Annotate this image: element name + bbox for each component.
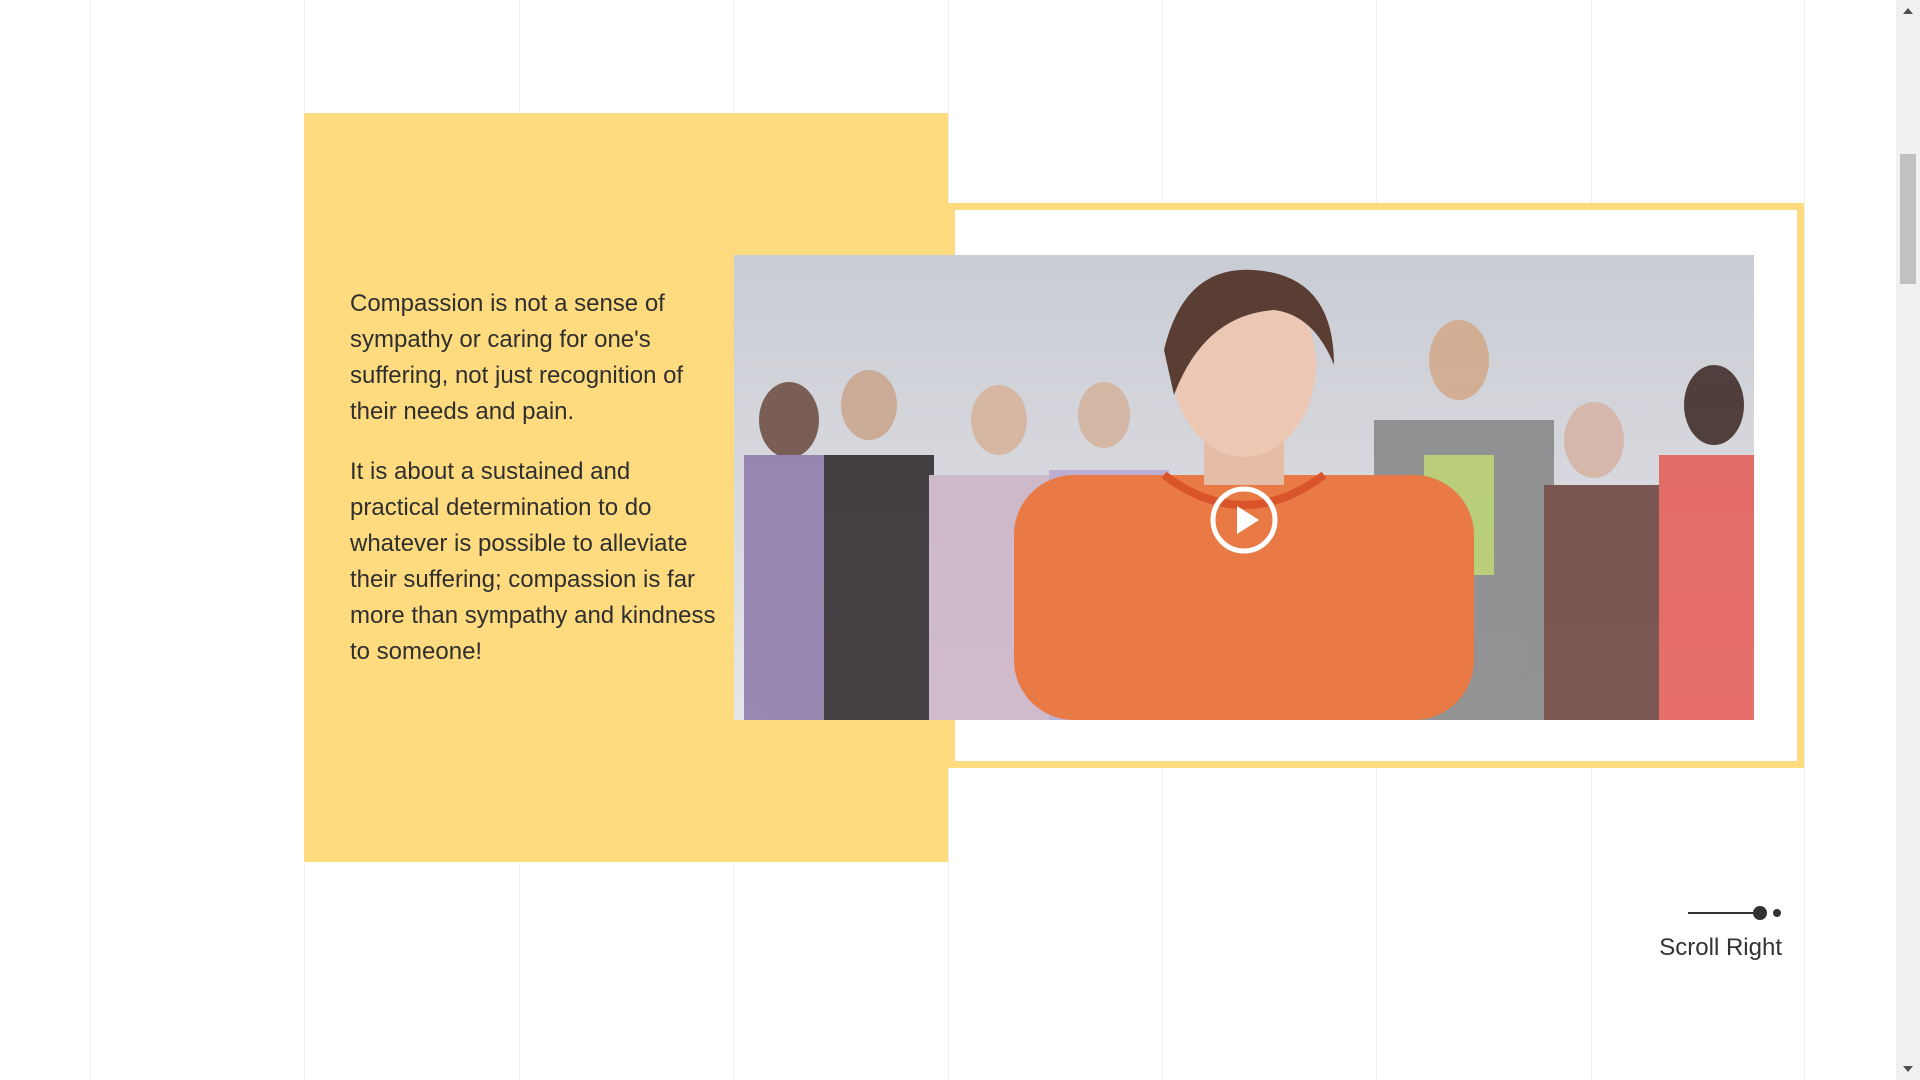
- scroll-end-dot: [1773, 909, 1781, 917]
- scroll-knob: [1753, 906, 1767, 920]
- compassion-text: Compassion is not a sense of sympathy or…: [350, 286, 725, 694]
- scroll-up-arrow-icon[interactable]: [1903, 8, 1913, 14]
- browser-scrollbar[interactable]: [1896, 0, 1920, 1080]
- paragraph-1: Compassion is not a sense of sympathy or…: [350, 290, 684, 425]
- scroll-right-control[interactable]: Scroll Right: [1640, 898, 1790, 968]
- scroll-track: [1688, 912, 1758, 914]
- grid-line: [90, 0, 91, 1080]
- scroll-down-arrow-icon[interactable]: [1903, 1066, 1913, 1072]
- video-player[interactable]: [734, 255, 1754, 720]
- grid-line: [1804, 0, 1805, 1080]
- play-button[interactable]: [1209, 485, 1279, 555]
- scroll-right-label: Scroll Right: [1659, 934, 1782, 961]
- play-icon: [1210, 486, 1278, 554]
- paragraph-2: It is about a sustained and practical de…: [350, 458, 716, 665]
- scroll-thumb[interactable]: [1900, 154, 1916, 284]
